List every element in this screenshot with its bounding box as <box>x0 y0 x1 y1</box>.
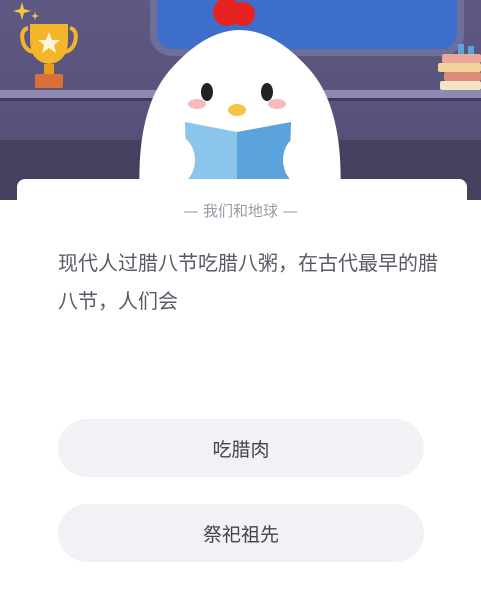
answer-option-2[interactable]: 祭祀祖先 <box>58 504 424 562</box>
category-label: — 我们和地球 — <box>183 202 298 220</box>
answer-option-1[interactable]: 吃腊肉 <box>58 419 424 477</box>
header-scene <box>0 0 481 200</box>
trophy-icon <box>20 24 78 88</box>
question-text: 现代人过腊八节吃腊八粥，在古代最早的腊八节，人们会 <box>58 251 438 313</box>
books-icon <box>438 44 481 90</box>
mascot-chick <box>139 0 341 200</box>
sparkle-icon <box>13 2 39 20</box>
